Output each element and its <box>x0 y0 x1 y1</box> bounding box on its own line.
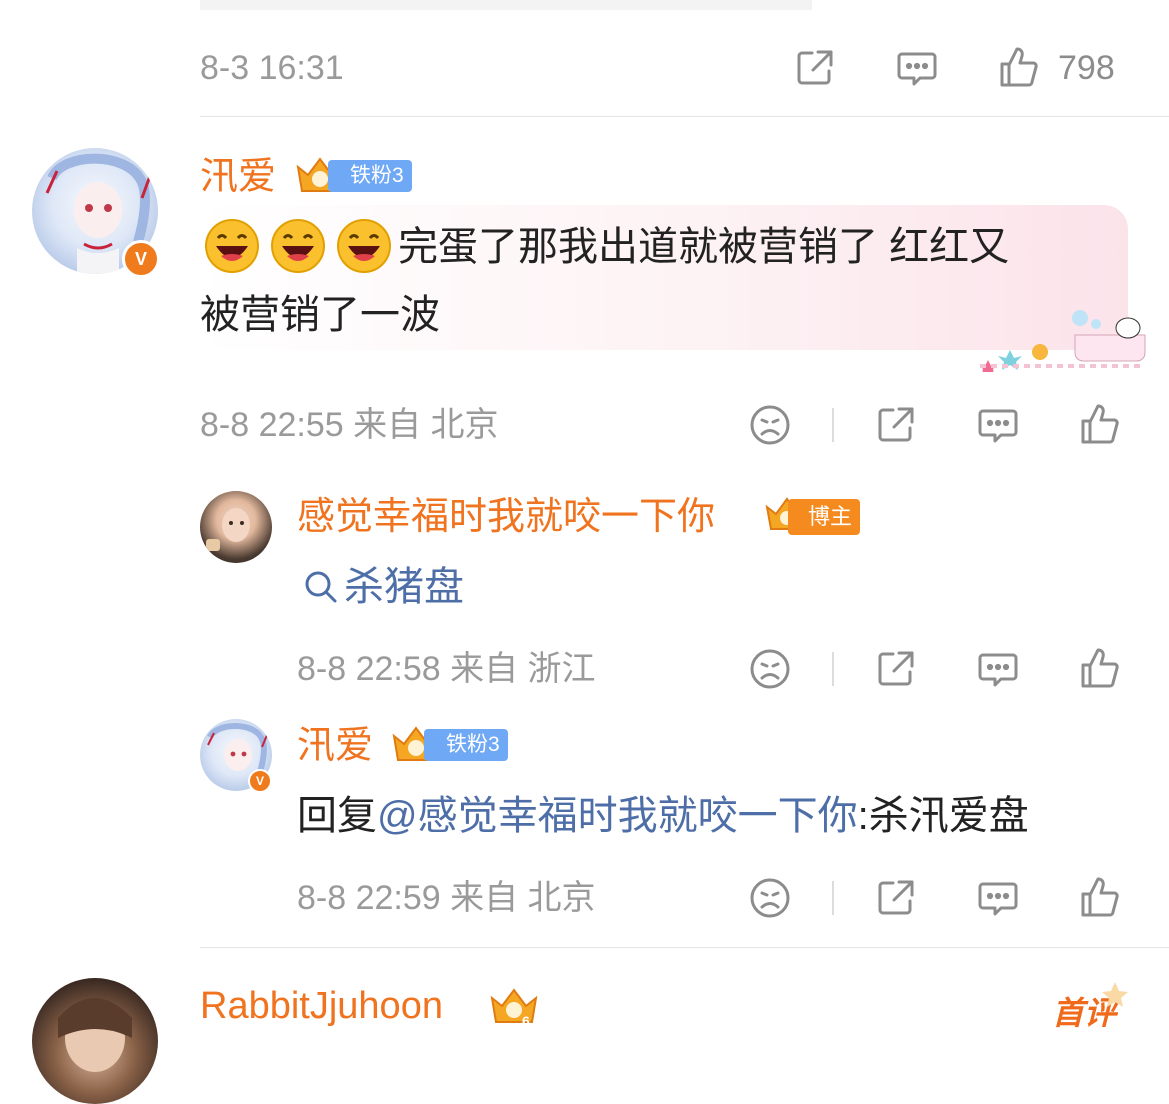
like-count: 798 <box>1058 49 1115 87</box>
comment-meta: 8-8 22:55 来自 北京 <box>200 406 499 444</box>
emoji-grin-icon <box>270 218 326 274</box>
comment-icon[interactable] <box>896 48 938 90</box>
verified-badge-icon: V <box>122 240 160 278</box>
emoji-grin-icon <box>204 218 260 274</box>
separator <box>832 652 834 686</box>
like-icon[interactable] <box>1079 875 1121 919</box>
emoji-grin-icon <box>336 218 392 274</box>
fan-badge: 铁粉3 <box>328 160 412 192</box>
sad-face-icon[interactable] <box>749 877 791 919</box>
share-icon[interactable] <box>794 47 836 89</box>
reply-text: 回复@感觉幸福时我就咬一下你:杀汛爱盘 <box>297 790 1029 842</box>
blogger-badge: 博主 <box>788 499 861 535</box>
share-icon[interactable] <box>875 648 917 690</box>
reply-username[interactable]: 感觉幸福时我就咬一下你 <box>297 495 715 539</box>
comment-username[interactable]: RabbitJjuhoon <box>200 984 443 1028</box>
divider <box>200 947 1169 948</box>
like-icon[interactable] <box>1079 646 1121 690</box>
like-icon[interactable] <box>998 45 1040 89</box>
sad-face-icon[interactable] <box>749 404 791 446</box>
fan-badge: 铁粉3 <box>424 729 508 761</box>
search-icon <box>303 569 339 605</box>
separator <box>832 408 834 442</box>
avatar[interactable] <box>32 978 158 1104</box>
svg-text:6: 6 <box>522 1013 530 1028</box>
comment-text: 完蛋了那我出道就被营销了 红红又 <box>398 225 1010 269</box>
sad-face-icon[interactable] <box>749 648 791 690</box>
share-icon[interactable] <box>875 877 917 919</box>
post-timestamp: 8-3 16:31 <box>200 49 344 87</box>
crown-icon: 6 <box>488 984 540 1033</box>
reply-meta: 8-8 22:58 来自 浙江 <box>297 650 596 688</box>
reply-content: :杀汛爱盘 <box>857 794 1029 838</box>
star-icon <box>1100 980 1130 1010</box>
comment-icon[interactable] <box>977 405 1019 447</box>
share-icon[interactable] <box>875 404 917 446</box>
quoted-post-bar <box>200 0 812 10</box>
comment-icon[interactable] <box>977 649 1019 691</box>
divider <box>200 116 1169 117</box>
like-icon[interactable] <box>1079 402 1121 446</box>
comment-text-line2: 被营销了一波 <box>200 293 440 337</box>
verified-badge-icon: V <box>248 769 272 793</box>
comment-icon[interactable] <box>977 878 1019 920</box>
search-topic-link[interactable]: 杀猪盘 <box>344 561 464 613</box>
reply-username[interactable]: 汛爱 <box>297 724 373 768</box>
separator <box>832 881 834 915</box>
bubble-decoration <box>979 300 1150 377</box>
reply-meta: 8-8 22:59 来自 北京 <box>297 879 596 917</box>
reply-prefix: 回复 <box>297 794 377 838</box>
comment-username[interactable]: 汛爱 <box>200 155 276 199</box>
mention-link[interactable]: @感觉幸福时我就咬一下你 <box>377 794 858 838</box>
avatar[interactable] <box>200 491 272 563</box>
